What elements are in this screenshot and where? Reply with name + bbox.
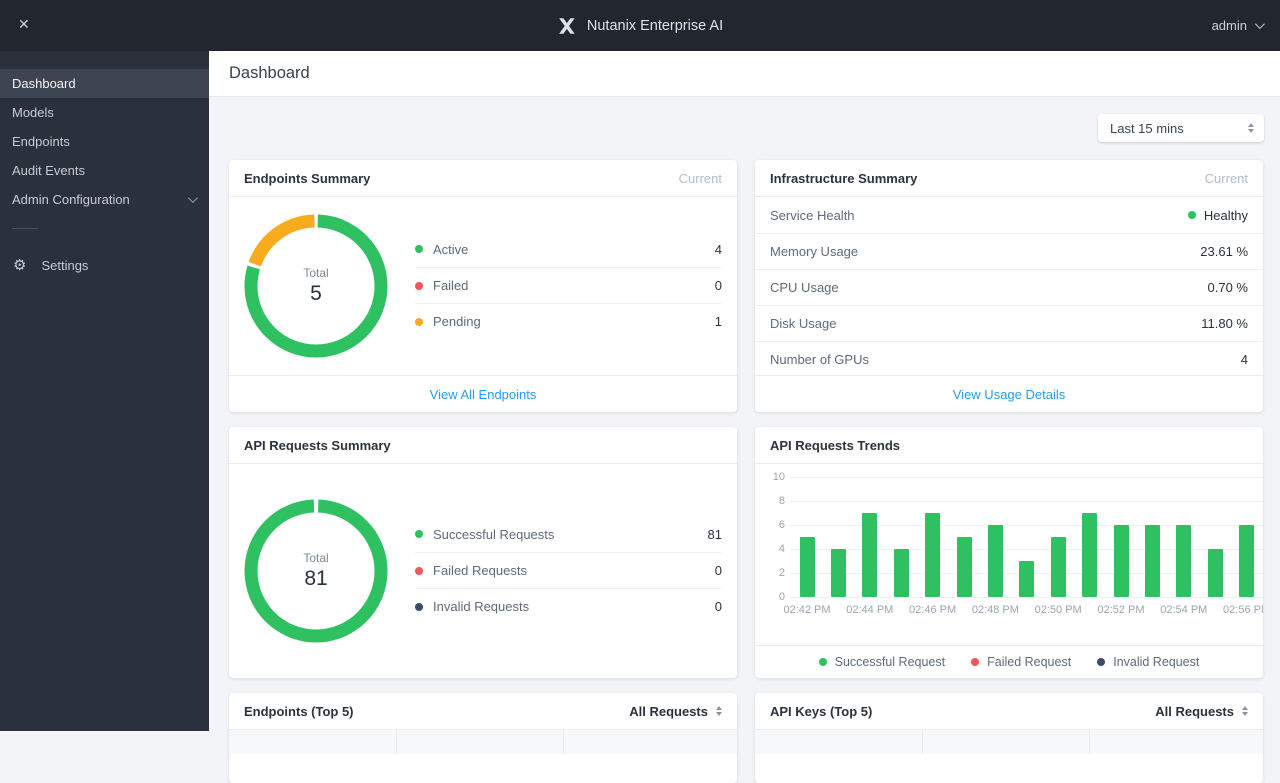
row-gpu-count: Number of GPUs 4 — [755, 341, 1263, 377]
current-badge: Current — [1204, 170, 1248, 186]
select-arrows-icon — [1248, 123, 1254, 133]
api-requests-legend: Successful Requests 81 Failed Requests 0… — [415, 516, 722, 624]
successful-dot — [415, 530, 423, 538]
current-badge: Current — [678, 170, 722, 186]
api-keys-top5-filter[interactable]: All Requests — [1155, 704, 1248, 719]
legend-row-failed: Failed 0 — [415, 267, 722, 303]
user-name: admin — [1211, 18, 1247, 33]
card-title: API Keys (Top 5) — [770, 703, 873, 719]
donut-center-label: Total — [303, 551, 329, 565]
successful-dot — [818, 658, 827, 666]
card-title: Endpoints Summary — [244, 170, 371, 186]
api-requests-summary-card: API Requests Summary Total 81 Successful… — [229, 427, 737, 678]
sidebar-divider — [12, 228, 38, 229]
card-title: Endpoints (Top 5) — [244, 703, 354, 719]
donut-center-value: 81 — [304, 567, 328, 590]
legend-row-failed: Failed Requests 0 — [415, 552, 722, 588]
invalid-dot — [1097, 658, 1106, 666]
endpoints-summary-card: Endpoints Summary Current Total 5 Active… — [229, 160, 737, 412]
page-title: Dashboard — [229, 64, 310, 82]
sidebar: Dashboard Models Endpoints Audit Events … — [0, 51, 209, 731]
sidebar-item-endpoints[interactable]: Endpoints — [0, 127, 209, 156]
time-range-value: Last 15 mins — [1110, 120, 1184, 136]
infrastructure-rows: Service Health Healthy Memory Usage 23.6… — [755, 197, 1263, 377]
select-arrows-icon — [1242, 706, 1248, 716]
legend-row-pending: Pending 1 — [415, 303, 722, 339]
card-title: API Requests Summary — [244, 437, 391, 453]
chevron-down-icon — [1254, 19, 1265, 30]
pending-dot — [415, 317, 423, 326]
row-disk-usage: Disk Usage 11.80 % — [755, 305, 1263, 341]
nutanix-logo-icon — [559, 17, 575, 34]
card-title: Infrastructure Summary — [770, 170, 918, 186]
sidebar-item-dashboard[interactable]: Dashboard — [0, 69, 209, 98]
healthy-dot — [1187, 211, 1196, 219]
view-usage-details-link[interactable]: View Usage Details — [953, 387, 1065, 402]
top-bar: ✕ Nutanix Enterprise AI admin — [0, 0, 1280, 51]
api-requests-bar-chart: 0 2 4 6 8 10 02:42 PM 02:44 PM 02:46 PM 02:48 PM 0… — [755, 464, 1263, 644]
legend-row-active: Active 4 — [415, 231, 722, 267]
failed-dot — [971, 658, 980, 666]
sidebar-item-settings[interactable]: ⚙ Settings — [0, 251, 209, 279]
failed-dot — [415, 281, 423, 290]
row-cpu-usage: CPU Usage 0.70 % — [755, 269, 1263, 305]
legend-row-invalid: Invalid Requests 0 — [415, 588, 722, 624]
api-keys-top5-card: API Keys (Top 5) All Requests — [755, 693, 1263, 783]
row-service-health: Service Health Healthy — [770, 207, 1248, 223]
donut-center-label: Total — [303, 266, 329, 280]
brand: Nutanix Enterprise AI — [557, 17, 723, 35]
endpoints-top5-card: Endpoints (Top 5) All Requests — [229, 693, 737, 783]
donut-center-value: 5 — [310, 282, 322, 305]
legend-row-successful: Successful Requests 81 — [415, 516, 722, 552]
endpoints-legend: Active 4 Failed 0 Pending 1 — [415, 231, 722, 339]
gear-icon: ⚙ — [13, 256, 27, 274]
select-arrows-icon — [716, 706, 722, 716]
chevron-down-icon — [187, 193, 198, 204]
endpoints-donut-chart: Total 5 — [241, 211, 391, 361]
failed-dot — [415, 566, 423, 575]
view-all-endpoints-link[interactable]: View All Endpoints — [430, 387, 537, 402]
card-title: API Requests Trends — [770, 437, 901, 453]
sidebar-item-admin-configuration[interactable]: Admin Configuration — [0, 185, 209, 214]
time-range-select[interactable]: Last 15 mins — [1098, 114, 1264, 142]
row-memory-usage: Memory Usage 23.61 % — [755, 233, 1263, 269]
sidebar-item-models[interactable]: Models — [0, 98, 209, 127]
trends-legend: Successful Request Failed Request Invali… — [755, 645, 1263, 678]
page-header: Dashboard — [209, 51, 1280, 97]
invalid-dot — [415, 602, 423, 611]
sidebar-item-audit-events[interactable]: Audit Events — [0, 156, 209, 185]
legend-invalid-request: Invalid Request — [1097, 655, 1199, 669]
user-menu[interactable]: admin — [1211, 0, 1265, 51]
infrastructure-summary-card: Infrastructure Summary Current Service H… — [755, 160, 1263, 412]
close-icon[interactable]: ✕ — [18, 17, 30, 31]
brand-title: Nutanix Enterprise AI — [586, 17, 724, 34]
legend-failed-request: Failed Request — [971, 655, 1071, 669]
table-header — [229, 730, 737, 754]
active-dot — [415, 245, 423, 253]
legend-successful-request: Successful Request — [818, 655, 945, 669]
api-requests-donut-chart: Total 81 — [241, 496, 391, 646]
endpoints-top5-filter[interactable]: All Requests — [629, 704, 722, 719]
api-requests-trends-card: API Requests Trends 0 2 4 6 8 10 02:42 PM 02:44… — [755, 427, 1263, 678]
table-header — [755, 730, 1263, 754]
